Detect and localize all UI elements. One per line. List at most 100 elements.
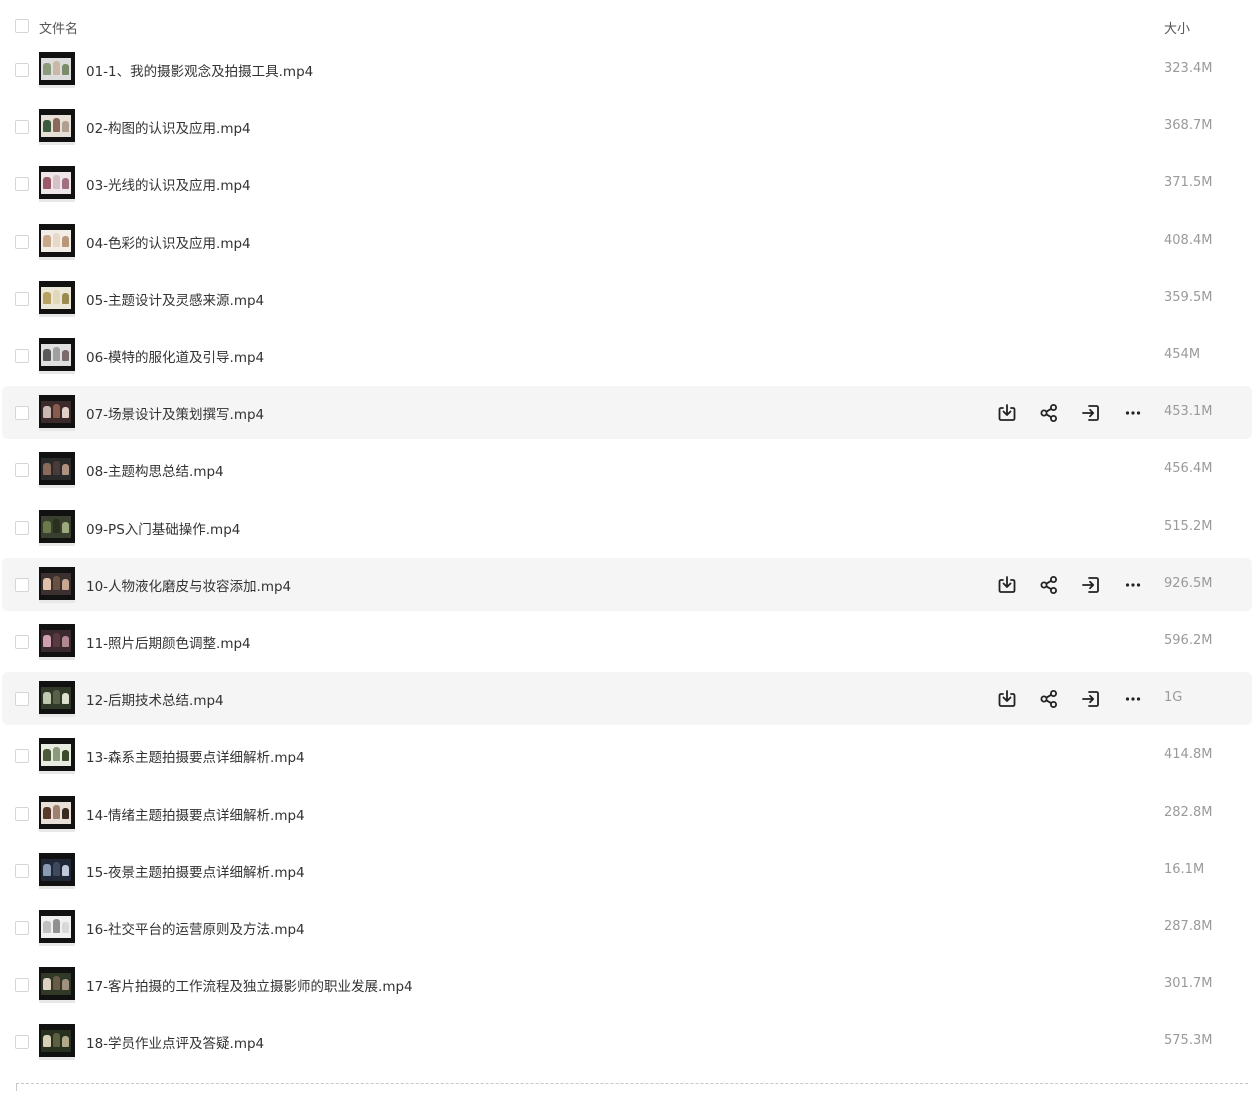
more-icon[interactable] [1122,574,1144,596]
video-thumbnail-icon [39,681,75,718]
row-checkbox[interactable] [15,577,29,592]
column-header-filename[interactable]: 文件名 [39,18,78,37]
file-row[interactable]: 06-模特的服化道及引导.mp4 454M [2,329,1252,382]
row-checkbox[interactable] [15,692,29,707]
more-icon[interactable] [1122,688,1144,710]
file-row[interactable]: 03-光线的认识及应用.mp4 371.5M [2,157,1252,210]
file-size: 575.3M [1164,1033,1213,1049]
row-checkbox[interactable] [15,749,29,764]
file-name[interactable]: 09-PS入门基础操作.mp4 [86,518,240,538]
share-icon[interactable] [1038,402,1060,424]
file-row[interactable]: 09-PS入门基础操作.mp4 515.2M [2,501,1252,554]
file-size: 1G [1164,690,1183,706]
video-thumbnail-icon [39,395,75,432]
share-icon[interactable] [1038,688,1060,710]
file-name[interactable]: 02-构图的认识及应用.mp4 [86,117,251,137]
file-size: 454M [1164,347,1201,362]
file-row[interactable]: 12-后期技术总结.mp4 1G [2,672,1252,726]
file-name[interactable]: 04-色彩的认识及应用.mp4 [86,232,251,252]
file-size: 408.4M [1164,232,1213,248]
row-checkbox[interactable] [15,863,29,878]
file-name[interactable]: 17-客片拍摄的工作流程及独立摄影师的职业发展.mp4 [86,975,413,995]
file-size: 371.5M [1164,175,1213,191]
row-checkbox[interactable] [15,234,29,249]
list-bottom-tick [16,1083,17,1091]
file-name[interactable]: 12-后期技术总结.mp4 [86,689,224,709]
move-icon[interactable] [1080,688,1102,710]
file-name[interactable]: 08-主题构思总结.mp4 [86,460,224,480]
row-checkbox[interactable] [15,463,29,478]
column-header-size[interactable]: 大小 [1164,18,1190,37]
select-all-checkbox[interactable] [15,19,29,33]
row-checkbox[interactable] [15,1035,29,1050]
video-thumbnail-icon [39,1024,75,1061]
file-size: 282.8M [1164,804,1213,820]
file-size: 16.1M [1164,861,1205,877]
file-row[interactable]: 16-社交平台的运营原则及方法.mp4 287.8M [2,901,1252,954]
download-icon[interactable] [996,402,1018,424]
file-size: 453.1M [1164,404,1213,420]
file-name[interactable]: 03-光线的认识及应用.mp4 [86,174,251,194]
row-checkbox[interactable] [15,291,29,306]
share-icon[interactable] [1038,574,1060,596]
file-row[interactable]: 07-场景设计及策划撰写.mp4 453.1M [2,386,1252,440]
row-checkbox[interactable] [15,120,29,135]
file-size: 287.8M [1164,919,1213,934]
row-actions [992,574,1142,596]
file-row[interactable]: 04-色彩的认识及应用.mp4 408.4M [2,215,1252,268]
video-thumbnail-icon [39,852,75,889]
video-thumbnail-icon [39,52,75,88]
download-icon[interactable] [996,574,1018,596]
video-thumbnail-icon [39,910,75,946]
row-checkbox[interactable] [15,806,29,821]
video-thumbnail-icon [39,109,75,146]
row-checkbox[interactable] [15,406,29,421]
file-name[interactable]: 16-社交平台的运营原则及方法.mp4 [86,918,305,938]
file-row[interactable]: 15-夜景主题拍摄要点详细解析.mp4 16.1M [2,844,1252,897]
file-row[interactable]: 08-主题构思总结.mp4 456.4M [2,443,1252,496]
file-name[interactable]: 07-场景设计及策划撰写.mp4 [86,403,264,423]
row-checkbox[interactable] [15,921,29,935]
file-size: 359.5M [1164,289,1213,305]
file-name[interactable]: 15-夜景主题拍摄要点详细解析.mp4 [86,861,305,881]
move-icon[interactable] [1080,574,1102,596]
row-checkbox[interactable] [15,978,29,993]
move-icon[interactable] [1080,402,1102,424]
video-thumbnail-icon [39,624,75,660]
download-icon[interactable] [996,688,1018,710]
file-row[interactable]: 01-1、我的摄影观念及拍摄工具.mp4 323.4M [2,43,1252,96]
row-checkbox[interactable] [15,63,29,77]
row-actions [992,688,1142,710]
file-row[interactable]: 11-照片后期颜色调整.mp4 596.2M [2,615,1252,668]
file-row[interactable]: 14-情绪主题拍摄要点详细解析.mp4 282.8M [2,787,1252,840]
file-name[interactable]: 05-主题设计及灵感来源.mp4 [86,289,264,309]
file-row[interactable]: 18-学员作业点评及答疑.mp4 575.3M [2,1015,1252,1068]
row-checkbox[interactable] [15,520,29,535]
file-size: 515.2M [1164,518,1213,534]
video-thumbnail-icon [39,738,75,775]
file-row[interactable]: 17-客片拍摄的工作流程及独立摄影师的职业发展.mp4 301.7M [2,958,1252,1011]
row-checkbox[interactable] [15,177,29,192]
file-name[interactable]: 06-模特的服化道及引导.mp4 [86,346,264,366]
video-thumbnail-icon [39,223,75,260]
file-size: 323.4M [1164,61,1213,76]
video-thumbnail-icon [39,967,75,1004]
file-name[interactable]: 11-照片后期颜色调整.mp4 [86,632,251,652]
file-name[interactable]: 18-学员作业点评及答疑.mp4 [86,1032,264,1052]
more-icon[interactable] [1122,402,1144,424]
file-name[interactable]: 13-森系主题拍摄要点详细解析.mp4 [86,746,305,766]
file-row[interactable]: 02-构图的认识及应用.mp4 368.7M [2,100,1252,153]
video-thumbnail-icon [39,338,75,374]
file-row[interactable]: 13-森系主题拍摄要点详细解析.mp4 414.8M [2,729,1252,782]
row-checkbox[interactable] [15,635,29,649]
file-size: 368.7M [1164,118,1213,134]
file-size: 301.7M [1164,976,1213,992]
row-checkbox[interactable] [15,349,29,363]
video-thumbnail-icon [39,166,75,203]
file-name[interactable]: 14-情绪主题拍摄要点详细解析.mp4 [86,804,305,824]
list-bottom-divider [16,1083,1248,1084]
file-row[interactable]: 05-主题设计及灵感来源.mp4 359.5M [2,272,1252,325]
file-name[interactable]: 01-1、我的摄影观念及拍摄工具.mp4 [86,60,313,80]
file-name[interactable]: 10-人物液化磨皮与妆容添加.mp4 [86,575,291,595]
file-row[interactable]: 10-人物液化磨皮与妆容添加.mp4 926.5M [2,557,1252,611]
